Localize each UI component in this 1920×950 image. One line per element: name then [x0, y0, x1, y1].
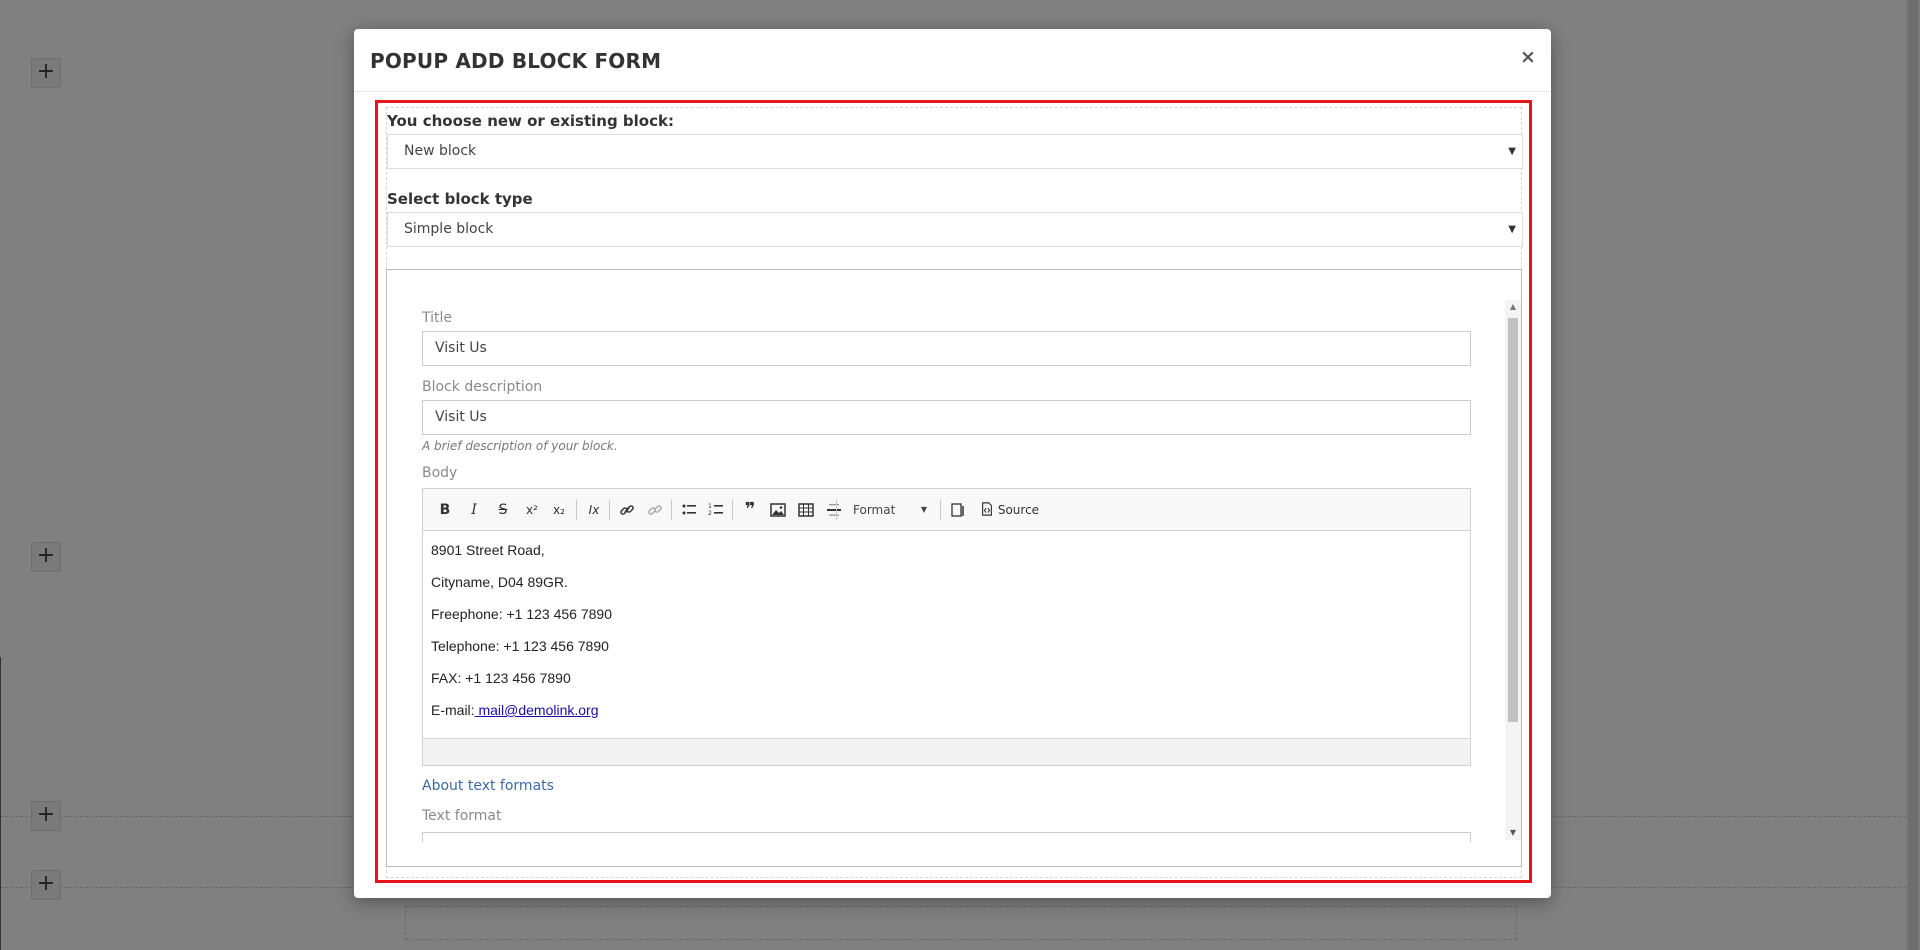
chevron-down-icon: ▼	[920, 505, 927, 514]
template-icon	[951, 503, 964, 517]
source-icon	[982, 502, 992, 516]
description-help-text: A brief description of your block.	[422, 439, 618, 453]
add-block-modal: POPUP ADD BLOCK FORM × You choose new or…	[354, 29, 1551, 898]
chevron-down-icon: ▼	[1508, 224, 1516, 235]
toolbar-separator	[671, 500, 672, 520]
modal-title: POPUP ADD BLOCK FORM	[370, 49, 662, 73]
editor-toolbar: B I S x² x₂ Ix 1 2 ❞ Format ▼ Source	[423, 489, 1470, 531]
editor-line: Telephone: +1 123 456 7890	[431, 638, 609, 654]
form-highlight-region: You choose new or existing block: New bl…	[375, 100, 1532, 883]
body-label: Body	[422, 465, 458, 481]
toolbar-separator	[940, 500, 941, 520]
background-edge-line	[0, 657, 1, 950]
unlink-icon	[648, 505, 662, 515]
page-scrollbar-thumb[interactable]	[1908, 0, 1918, 950]
add-section-button[interactable]: +	[31, 801, 61, 831]
form-scrollbar[interactable]: ▲ ▼	[1505, 300, 1521, 840]
block-type-value: Simple block	[404, 221, 494, 237]
format-dropdown[interactable]: Format ▼	[841, 498, 931, 522]
form-scrollbar-thumb[interactable]	[1508, 318, 1518, 722]
about-text-formats-link[interactable]: About text formats	[422, 778, 554, 795]
background-region-box	[405, 906, 1517, 940]
image-button[interactable]	[766, 498, 790, 522]
close-icon[interactable]: ×	[1517, 45, 1539, 69]
email-prefix: E-mail:	[431, 702, 475, 718]
toolbar-separator	[732, 500, 733, 520]
remove-format-button[interactable]: Ix	[582, 498, 606, 522]
quote-icon: ❞	[744, 499, 756, 520]
image-icon	[770, 503, 786, 517]
template-button[interactable]	[946, 498, 970, 522]
add-section-button[interactable]: +	[31, 542, 61, 572]
numbered-list-button[interactable]: 12	[704, 498, 728, 522]
description-label: Block description	[422, 379, 543, 395]
source-button-label: Source	[997, 503, 1040, 517]
description-input[interactable]: Visit Us	[422, 400, 1471, 435]
format-dropdown-label: Format	[853, 503, 896, 517]
toolbar-separator	[609, 500, 610, 520]
title-label: Title	[422, 310, 453, 326]
modal-header: POPUP ADD BLOCK FORM ×	[354, 29, 1551, 92]
strikethrough-button[interactable]: S	[491, 498, 515, 522]
block-type-label: Select block type	[387, 190, 533, 208]
bulleted-list-icon	[682, 504, 696, 515]
editor-line: Freephone: +1 123 456 7890	[431, 606, 612, 622]
editor-line: Cityname, D04 89GR.	[431, 574, 568, 590]
svg-text:1: 1	[708, 503, 712, 510]
add-section-button[interactable]: +	[31, 58, 61, 88]
chevron-down-icon: ▼	[1508, 146, 1516, 157]
scroll-down-icon[interactable]: ▼	[1505, 826, 1521, 840]
bold-button[interactable]: B	[433, 498, 457, 522]
page-scrollbar[interactable]	[1906, 0, 1920, 950]
editor-statusbar	[423, 738, 1470, 765]
block-type-select[interactable]: Simple block ▼	[387, 212, 1523, 247]
horizontal-rule-icon	[827, 504, 841, 516]
table-icon	[798, 503, 814, 517]
title-input[interactable]: Visit Us	[422, 331, 1471, 366]
subscript-button[interactable]: x₂	[547, 498, 571, 522]
bulleted-list-button[interactable]	[677, 498, 701, 522]
body-editor: B I S x² x₂ Ix 1 2 ❞ Format ▼ Source 890…	[422, 488, 1471, 766]
italic-button[interactable]: I	[462, 498, 486, 522]
superscript-button[interactable]: x²	[520, 498, 544, 522]
unlink-button[interactable]	[643, 498, 667, 522]
text-format-select[interactable]	[422, 832, 1471, 842]
table-button[interactable]	[794, 498, 818, 522]
toolbar-separator	[576, 500, 577, 520]
source-button[interactable]: Source	[980, 498, 1039, 522]
editor-line: FAX: +1 123 456 7890	[431, 670, 571, 686]
editor-line: 8901 Street Road,	[431, 542, 545, 558]
add-section-button[interactable]: +	[31, 870, 61, 900]
link-button[interactable]	[615, 498, 639, 522]
block-choice-value: New block	[404, 143, 477, 159]
block-choice-label: You choose new or existing block:	[387, 112, 674, 130]
editor-line-email: E-mail: mail@demolink.org	[431, 701, 1462, 719]
link-icon	[620, 505, 634, 515]
email-link[interactable]: mail@demolink.org	[475, 702, 598, 718]
editor-content[interactable]: 8901 Street Road, Cityname, D04 89GR. Fr…	[423, 531, 1470, 739]
blockquote-button[interactable]: ❞	[738, 498, 762, 522]
block-form-frame: Title Visit Us Block description Visit U…	[386, 269, 1522, 867]
block-choice-select[interactable]: New block ▼	[387, 134, 1523, 169]
numbered-list-icon: 12	[708, 503, 723, 517]
svg-text:2: 2	[708, 510, 712, 517]
text-format-label: Text format	[422, 808, 502, 824]
toolbar-separator	[836, 500, 837, 520]
scroll-up-icon[interactable]: ▲	[1505, 300, 1521, 314]
